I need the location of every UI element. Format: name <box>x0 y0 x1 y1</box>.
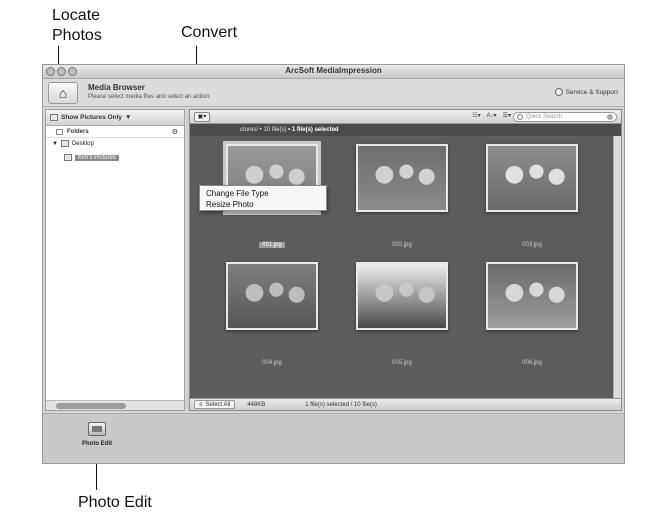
photo-edit-label: Photo Edit <box>82 441 112 447</box>
total-size: 448KB <box>247 401 266 408</box>
tree-item-desktop[interactable]: ▼ Desktop <box>46 138 184 149</box>
disclosure-triangle-icon[interactable]: ▼ <box>52 141 58 147</box>
selection-status: 1 file(s) selected / 10 file(s) <box>305 401 377 408</box>
path-text: ctures/ • 10 file(s) <box>240 127 287 133</box>
folder-icon <box>64 154 72 161</box>
home-button[interactable]: ⌂ <box>48 82 78 104</box>
gear-icon[interactable]: ⚙ <box>172 128 178 136</box>
thumbnail-item[interactable]: 005.jpg <box>342 262 462 369</box>
title-bar: ArcSoft MediaImpression <box>43 65 624 79</box>
photo-thumbnail[interactable] <box>486 262 578 330</box>
search-input[interactable]: Quick Search <box>513 112 617 122</box>
chevron-down-icon: ▼ <box>125 114 132 121</box>
search-icon <box>517 114 523 120</box>
view-controls: ☷▾ A↓▾ ☰▾ <box>472 112 511 119</box>
tree-item-label: Desktop <box>71 140 94 147</box>
service-support-label: Service & Support <box>565 88 618 96</box>
vertical-scrollbar[interactable] <box>613 136 621 398</box>
photo-thumbnail[interactable] <box>356 262 448 330</box>
thumbnail-label: 001.jpg <box>259 242 285 248</box>
browser-toolbar: ▣▾ ☷▾ A↓▾ ☰▾ Quick Search <box>190 110 621 124</box>
callout-locate-photos: Locate Photos <box>52 7 102 44</box>
photo-thumbnail[interactable] <box>226 262 318 330</box>
filter-label: Show Pictures Only <box>61 114 123 121</box>
folders-header: Folders ⚙ <box>46 126 184 138</box>
desktop-icon <box>60 140 69 147</box>
convert-menu: Change File Type Resize Photo <box>199 185 327 211</box>
horizontal-scrollbar[interactable] <box>46 400 184 410</box>
folder-panel: Show Pictures Only ▼ Folders ⚙ ▼ Desktop… <box>45 109 185 411</box>
media-browser-panel: ▣▾ ☷▾ A↓▾ ☰▾ Quick Search ctures/ • 10 f… <box>189 109 622 411</box>
thumbnail-label: 006.jpg <box>522 360 542 366</box>
thumbnail-item[interactable]: 003.jpg <box>472 144 592 251</box>
select-all-label: Select All <box>205 401 231 408</box>
view-mode-button[interactable]: ☰▾ <box>503 112 511 119</box>
app-window: ArcSoft MediaImpression ⌂ Media Browser … <box>42 64 625 464</box>
convert-button[interactable]: ▣▾ <box>194 112 210 122</box>
scrollbar-thumb[interactable] <box>56 403 126 409</box>
window-title: ArcSoft MediaImpression <box>285 66 382 75</box>
thumbnail-size-button[interactable]: ☷▾ <box>472 112 480 119</box>
thumbnail-label: 005.jpg <box>392 360 412 366</box>
thumbnail-label: 003.jpg <box>522 242 542 248</box>
thumbnail-item[interactable]: 002.jpg <box>342 144 462 251</box>
tree-item-kims-pictures[interactable]: Kim's Pictures <box>46 152 184 163</box>
sort-button[interactable]: A↓▾ <box>487 112 497 119</box>
folders-header-label: Folders <box>67 128 89 135</box>
select-all-icon: ≡ <box>199 401 203 408</box>
tree-item-label: Kim's Pictures <box>75 154 119 161</box>
callout-photo-edit: Photo Edit <box>78 494 152 511</box>
thumbnail-label: 002.jpg <box>392 242 412 248</box>
thumbnail-item[interactable]: 006.jpg <box>472 262 592 369</box>
convert-icon: ▣▾ <box>197 114 207 120</box>
app-header: ⌂ Media Browser Please select media file… <box>43 79 624 107</box>
path-bar: ctures/ • 10 file(s) • 1 file(s) selecte… <box>190 124 621 136</box>
thumbnail-item[interactable]: 004.jpg <box>212 262 332 369</box>
status-bar: ≡ Select All 448KB 1 file(s) selected / … <box>190 398 621 410</box>
clear-search-icon[interactable] <box>607 114 613 120</box>
pictures-icon <box>50 114 58 121</box>
page-subtitle: Please select media files and select an … <box>88 94 211 100</box>
photo-thumbnail[interactable] <box>486 144 578 212</box>
photo-edit-button[interactable]: Photo Edit <box>79 422 115 447</box>
menu-item-change-file-type[interactable]: Change File Type <box>206 188 326 199</box>
home-icon: ⌂ <box>58 85 68 101</box>
search-placeholder: Quick Search <box>526 114 563 120</box>
photo-edit-icon <box>88 422 106 436</box>
photo-thumbnail[interactable] <box>356 144 448 212</box>
menu-item-resize-photo[interactable]: Resize Photo <box>206 199 326 210</box>
filter-dropdown[interactable]: Show Pictures Only ▼ <box>46 110 184 126</box>
support-icon <box>554 88 563 96</box>
folder-icon <box>56 128 63 135</box>
page-title: Media Browser <box>88 83 145 92</box>
select-all-button[interactable]: ≡ Select All <box>194 400 236 409</box>
thumbnail-label: 004.jpg <box>262 360 282 366</box>
action-dock: Photo Edit <box>43 413 624 463</box>
service-support-link[interactable]: Service & Support <box>554 88 618 96</box>
selection-count: • 1 file(s) selected <box>288 127 339 133</box>
callout-convert: Convert <box>181 24 238 41</box>
